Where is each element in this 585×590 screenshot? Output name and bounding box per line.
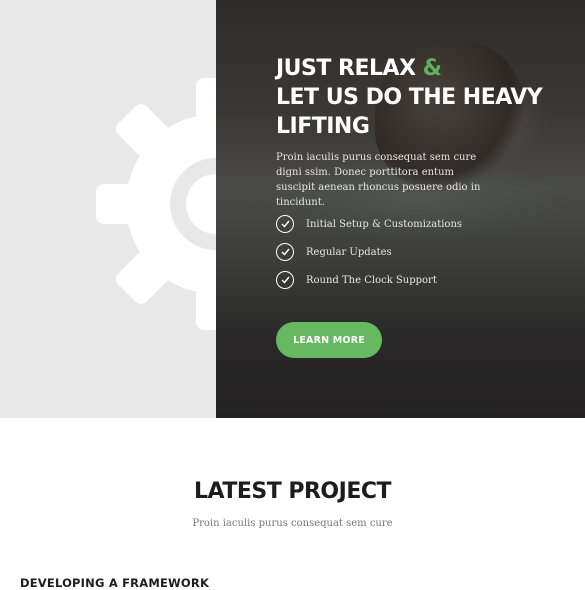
hero-title-ampersand: &: [422, 56, 442, 81]
hero-title-line3: LIFTING: [276, 114, 370, 139]
feature-item: Round The Clock Support: [276, 266, 536, 294]
project-title[interactable]: DEVELOPING A FRAMEWORK: [20, 576, 209, 590]
latest-project-subtitle: Proin iaculis purus consequat sem cure: [192, 518, 393, 529]
feature-label: Round The Clock Support: [306, 274, 437, 286]
feature-label: Regular Updates: [306, 246, 392, 258]
hero-left-panel: [0, 0, 216, 418]
hero-title: JUST RELAX & LET US DO THE HEAVY LIFTING: [276, 54, 566, 141]
feature-list: Initial Setup & Customizations Regular U…: [276, 210, 536, 294]
latest-project-title: LATEST PROJECT: [193, 479, 392, 504]
feature-item: Initial Setup & Customizations: [276, 210, 536, 238]
check-circle-icon: [276, 243, 294, 261]
check-circle-icon: [276, 215, 294, 233]
check-circle-icon: [276, 271, 294, 289]
feature-label: Initial Setup & Customizations: [306, 218, 463, 230]
hero-title-line2: LET US DO THE HEAVY: [276, 85, 543, 110]
learn-more-button[interactable]: LEARN MORE: [276, 322, 382, 358]
hero-title-line1: JUST RELAX: [276, 56, 416, 81]
hero-description: Proin iaculis purus consequat sem cure d…: [276, 152, 481, 208]
hero-section: JUST RELAX & LET US DO THE HEAVY LIFTING…: [0, 0, 585, 418]
feature-item: Regular Updates: [276, 238, 536, 266]
gear-icon: [96, 78, 216, 330]
